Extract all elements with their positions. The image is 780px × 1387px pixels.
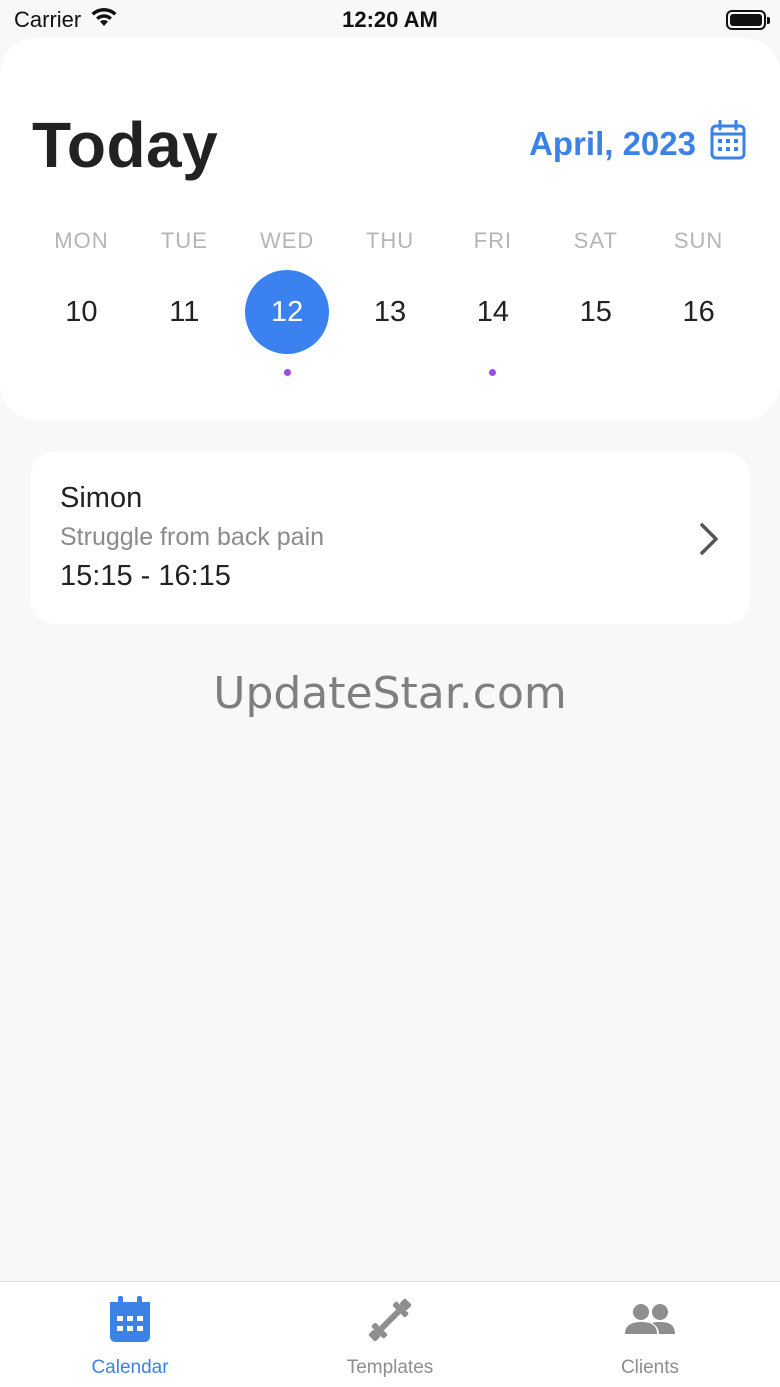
- tab-label: Templates: [346, 1357, 434, 1378]
- tab-label: Calendar: [91, 1357, 169, 1378]
- calendar-header-card: Today April, 2023 MON 10 TUE 11 WED 12 T…: [0, 38, 780, 420]
- day-sat[interactable]: SAT 15: [544, 224, 647, 376]
- day-number: 15: [579, 295, 612, 328]
- day-name: MON: [54, 228, 109, 253]
- day-number: 13: [373, 295, 407, 328]
- day-wed[interactable]: WED 12: [236, 224, 339, 376]
- day-name: SUN: [673, 228, 724, 253]
- day-number: 16: [682, 295, 715, 328]
- event-dot: [592, 369, 599, 376]
- dumbbell-icon: [365, 1296, 415, 1349]
- calendar-icon: [710, 119, 746, 168]
- appointment-card[interactable]: Simon Struggle from back pain 15:15 - 16…: [30, 452, 750, 624]
- calendar-icon: [108, 1296, 152, 1349]
- status-left: Carrier: [14, 6, 119, 34]
- month-label: April, 2023: [529, 125, 696, 162]
- day-name: THU: [365, 228, 415, 253]
- tab-label: Clients: [620, 1357, 680, 1378]
- watermark: UpdateStar.com: [213, 668, 567, 719]
- day-name: WED: [259, 228, 315, 253]
- event-dot: [78, 369, 85, 376]
- day-name: SAT: [573, 228, 618, 253]
- appointment-note: Struggle from back pain: [60, 523, 325, 551]
- battery-icon: [726, 10, 770, 30]
- tab-templates[interactable]: Templates: [260, 1282, 520, 1387]
- event-dot: [181, 369, 188, 376]
- page-title: Today: [32, 109, 219, 181]
- status-bar: Carrier 12:20 AM: [0, 0, 780, 40]
- wifi-icon: [89, 6, 119, 34]
- day-name: TUE: [160, 228, 208, 253]
- tab-clients[interactable]: Clients: [520, 1282, 780, 1387]
- carrier-label: Carrier: [14, 7, 82, 32]
- week-strip: MON 10 TUE 11 WED 12 THU 13 FRI 14 SAT 1…: [30, 224, 750, 376]
- day-tue[interactable]: TUE 11: [133, 224, 236, 376]
- event-dot: [489, 369, 497, 376]
- day-number-selected: 12: [245, 270, 330, 354]
- event-dot: [283, 369, 291, 376]
- appointment-time: 15:15 - 16:15: [60, 560, 231, 592]
- event-dot: [387, 369, 394, 376]
- people-icon: [622, 1296, 678, 1349]
- event-dot: [695, 369, 702, 376]
- day-number: 14: [476, 295, 509, 328]
- day-thu[interactable]: THU 13: [339, 224, 442, 376]
- tab-calendar[interactable]: Calendar: [0, 1282, 260, 1387]
- tab-bar: Calendar Templates Clients: [0, 1281, 780, 1387]
- month-picker-button[interactable]: April, 2023: [529, 119, 746, 168]
- day-number: 10: [65, 295, 98, 328]
- chevron-right-icon: [698, 522, 720, 561]
- day-name: FRI: [473, 228, 513, 253]
- appointment-client-name: Simon: [60, 482, 143, 514]
- day-sun[interactable]: SUN 16: [647, 224, 750, 376]
- day-fri[interactable]: FRI 14: [441, 224, 544, 376]
- day-number: 11: [169, 295, 200, 328]
- day-mon[interactable]: MON 10: [30, 224, 133, 376]
